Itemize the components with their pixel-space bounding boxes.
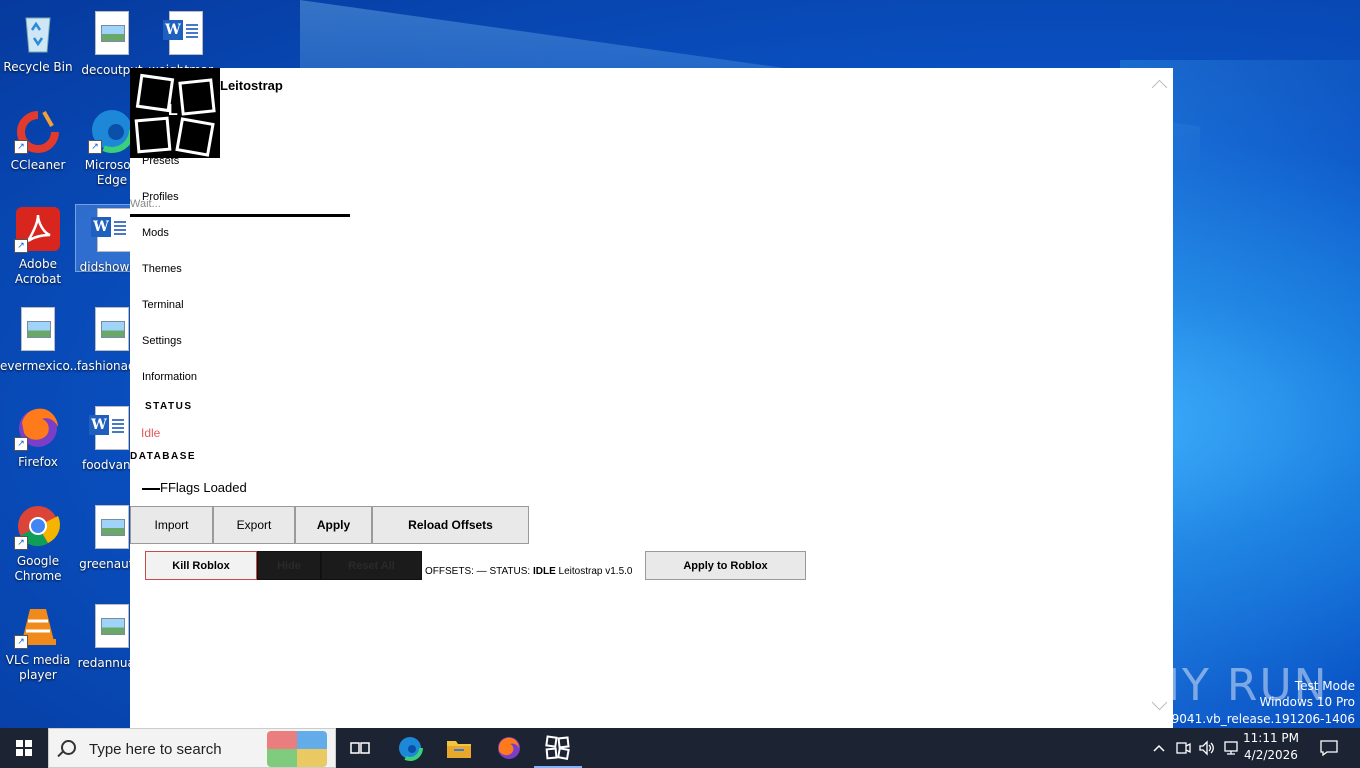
edge-icon — [397, 735, 423, 761]
network-icon — [1224, 741, 1238, 755]
desktop-icon-evermexico[interactable]: evermexico... — [0, 304, 82, 374]
taskbar-edge[interactable] — [386, 728, 434, 768]
taskbar-search-box[interactable]: Type here to search — [48, 728, 336, 768]
word-document-icon: W — [162, 11, 210, 59]
desktop-icon-vlc[interactable]: ↗ VLC media player — [0, 601, 76, 683]
notification-icon — [1320, 740, 1338, 756]
scroll-up-icon[interactable] — [1151, 79, 1168, 96]
app-logo-icon: L — [130, 68, 220, 158]
offsets-label: OFFSETS: — STATUS: — [425, 566, 533, 577]
tray-network[interactable] — [1220, 728, 1242, 768]
test-mode-text: Test Mode — [1294, 679, 1355, 693]
offsets-status-line: OFFSETS: — STATUS: IDLE Leitostrap v1.5.… — [425, 566, 632, 577]
windows-logo-icon — [16, 740, 32, 756]
kill-roblox-button[interactable]: Kill Roblox — [145, 551, 257, 580]
desktop-icon-label: Recycle Bin — [3, 60, 73, 74]
show-hidden-icons-button[interactable] — [1150, 728, 1168, 768]
taskbar-clock[interactable]: 11:11 PM 4/2/2026 — [1240, 730, 1302, 764]
export-button[interactable]: Export — [213, 506, 295, 544]
desktop-icon-adobe-acrobat[interactable]: ↗ Adobe Acrobat — [0, 205, 76, 287]
nav-themes[interactable]: Themes — [142, 263, 182, 275]
nav-presets[interactable]: Presets — [142, 155, 179, 167]
chevron-up-icon — [1153, 744, 1165, 752]
hide-button[interactable]: Hide — [257, 551, 321, 580]
image-file-icon — [88, 604, 136, 652]
clock-date: 4/2/2026 — [1244, 748, 1298, 762]
clock-time: 11:11 PM — [1243, 731, 1299, 745]
status-value: Idle — [141, 426, 161, 440]
leitostrap-icon — [545, 735, 570, 760]
ccleaner-icon: ↗ — [14, 106, 62, 154]
recycle-bin-icon — [14, 8, 62, 56]
desktop-icon-label: Firefox — [18, 455, 58, 469]
apply-to-roblox-button[interactable]: Apply to Roblox — [645, 551, 806, 580]
search-placeholder: Type here to search — [89, 741, 222, 758]
database-heading: DATABASE — [130, 451, 197, 462]
device-icon — [1176, 742, 1191, 754]
leitostrap-window: Leitostrap L Presets Profiles Wait... Mo… — [130, 68, 1173, 728]
vlc-icon: ↗ — [14, 601, 62, 649]
acrobat-icon: ↗ — [14, 205, 62, 253]
taskbar-file-explorer[interactable] — [435, 728, 483, 768]
image-file-icon — [88, 11, 136, 59]
desktop-icon-ccleaner[interactable]: ↗ CCleaner — [0, 106, 76, 173]
taskbar-firefox[interactable] — [485, 728, 533, 768]
chrome-icon: ↗ — [14, 502, 62, 550]
windows-edition-text: Windows 10 Pro — [1259, 695, 1355, 709]
speaker-icon — [1199, 740, 1214, 756]
task-view-button[interactable] — [336, 728, 384, 768]
tray-volume[interactable] — [1196, 728, 1218, 768]
nav-mods[interactable]: Mods — [142, 227, 169, 239]
nav-information[interactable]: Information — [142, 371, 197, 383]
database-value: FFlags Loaded — [160, 480, 247, 495]
app-title: Leitostrap — [220, 78, 283, 93]
nav-settings[interactable]: Settings — [142, 335, 182, 347]
apply-button[interactable]: Apply — [295, 506, 372, 544]
desktop-icon-google-chrome[interactable]: ↗ Google Chrome — [0, 502, 76, 584]
import-button[interactable]: Import — [130, 506, 213, 544]
loading-text: Wait... — [130, 198, 161, 210]
folder-icon — [447, 741, 471, 758]
edge-icon: ↗ — [88, 106, 136, 154]
desktop-icon-firefox[interactable]: ↗ Firefox — [0, 403, 76, 470]
database-status: FFlags Loaded — [142, 480, 247, 495]
image-file-icon — [88, 505, 136, 553]
dash-icon — [142, 487, 160, 490]
offsets-status-word: IDLE — [532, 566, 556, 577]
word-document-icon: W — [88, 406, 136, 454]
build-text: Build 19041.vb_release.191206-1406 — [1130, 712, 1355, 726]
desktop-icon-label: CCleaner — [10, 158, 66, 172]
image-file-icon — [88, 307, 136, 355]
desktop-icon-label: Adobe Acrobat — [14, 257, 62, 286]
status-heading: STATUS — [145, 401, 193, 412]
action-center-button[interactable] — [1312, 728, 1346, 768]
reload-offsets-button[interactable]: Reload Offsets — [372, 506, 529, 544]
taskbar: Type here to search 11:11 PM 4/2/2026 — [0, 728, 1360, 768]
search-highlight-image — [267, 731, 327, 767]
reset-all-button[interactable]: Reset All — [321, 551, 422, 580]
taskbar-leitostrap[interactable] — [534, 728, 582, 768]
version-label: Leitostrap v1.5.0 — [555, 566, 633, 577]
start-button[interactable] — [0, 728, 48, 768]
firefox-icon — [498, 737, 520, 759]
task-view-icon — [350, 742, 370, 754]
desktop-icon-label: VLC media player — [5, 653, 71, 682]
tray-device[interactable] — [1172, 728, 1194, 768]
desktop-icon-label: Google Chrome — [14, 554, 62, 583]
nav-terminal[interactable]: Terminal — [142, 299, 184, 311]
desktop-icon-label: evermexico... — [0, 359, 82, 373]
image-file-icon — [14, 307, 62, 355]
firefox-icon: ↗ — [14, 403, 62, 451]
search-icon — [61, 740, 76, 755]
desktop-icon-recycle-bin[interactable]: Recycle Bin — [0, 8, 76, 75]
loading-progress-bar — [130, 214, 350, 217]
